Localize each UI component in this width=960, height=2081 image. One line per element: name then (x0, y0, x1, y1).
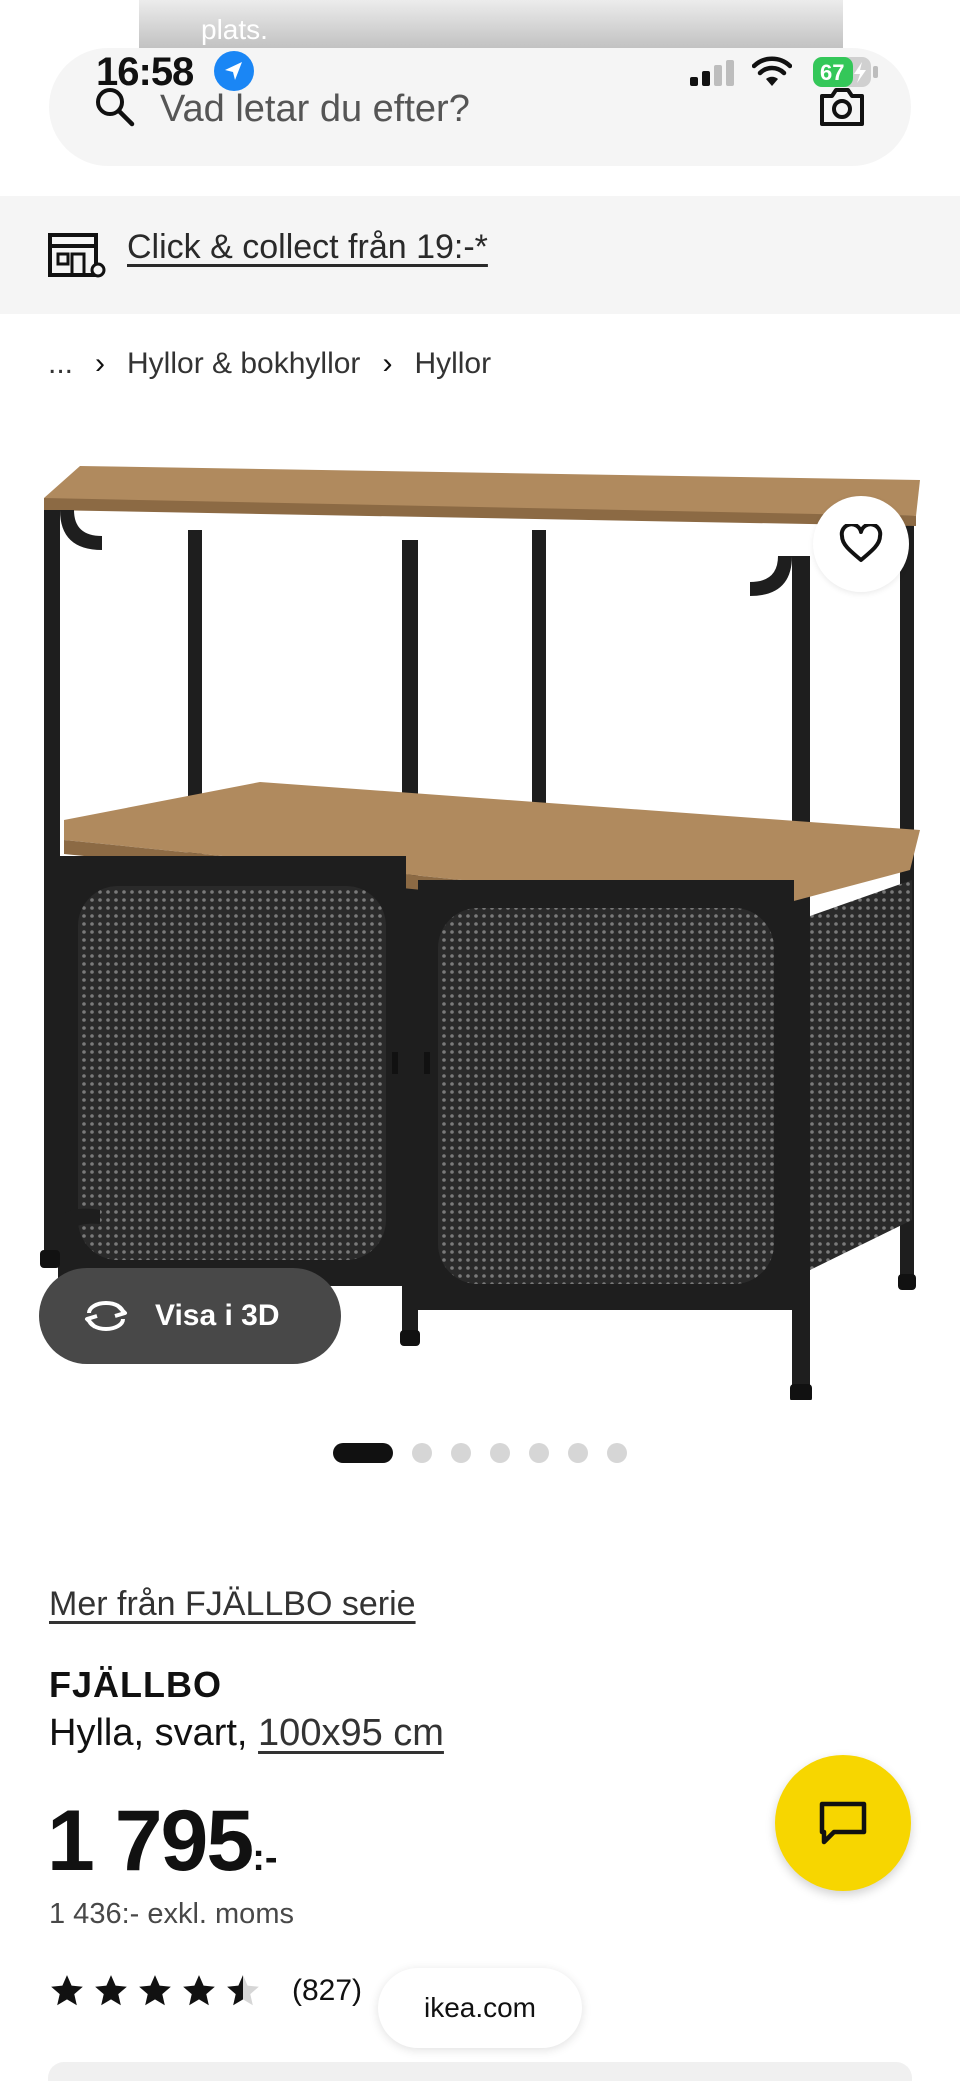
notification-text: plats. (201, 14, 268, 45)
breadcrumb-shelves-bookcases[interactable]: Hyllor & bokhyllor (127, 347, 360, 381)
chat-button[interactable] (775, 1755, 911, 1891)
carousel-dot[interactable] (412, 1443, 432, 1463)
star-icon (51, 1975, 83, 2006)
price-value: 1 795 (47, 1793, 254, 1889)
size-link[interactable]: 100x95 cm (258, 1712, 444, 1754)
series-link[interactable]: Mer från FJÄLLBO serie (49, 1585, 416, 1624)
product-image[interactable] (40, 440, 920, 1400)
carousel-dot[interactable] (490, 1443, 510, 1463)
carousel-dot[interactable] (333, 1443, 393, 1463)
store-icon (48, 233, 106, 278)
cellular-signal-icon (690, 60, 734, 86)
heart-icon (839, 524, 883, 562)
star-icon (183, 1975, 215, 2006)
bottom-panel (48, 2062, 912, 2081)
carousel-dot[interactable] (607, 1443, 627, 1463)
chevron-right-icon: › (95, 347, 106, 380)
carousel-dot[interactable] (529, 1443, 549, 1463)
wishlist-button[interactable] (813, 496, 909, 592)
product-description: Hylla, svart, 100x95 cm (49, 1712, 444, 1755)
carousel-dot[interactable] (568, 1443, 588, 1463)
status-time: 16:58 (96, 50, 194, 94)
review-count[interactable]: (827) (292, 1974, 362, 2008)
wifi-icon (752, 56, 792, 86)
chevron-right-icon: › (382, 347, 393, 380)
location-arrow-icon (214, 51, 254, 91)
rating[interactable]: (827) (48, 1972, 362, 2010)
product-name: FJÄLLBO (49, 1664, 222, 1705)
breadcrumb: ... › Hyllor & bokhyllor › Hyllor (48, 344, 491, 384)
star-half-icon (227, 1975, 259, 2006)
view-in-3d-button[interactable]: Visa i 3D (39, 1268, 341, 1364)
price-suffix: :- (252, 1837, 278, 1879)
star-icon (95, 1975, 127, 2006)
product-price: 1 795:- (47, 1792, 278, 1891)
star-icon (139, 1975, 171, 2006)
image-carousel-dots (333, 1443, 646, 1463)
click-collect-link[interactable]: Click & collect från 19:-* (127, 228, 488, 267)
battery-level: 67 (820, 60, 844, 85)
breadcrumb-ellipsis[interactable]: ... (48, 347, 73, 381)
breadcrumb-shelves[interactable]: Hyllor (414, 347, 491, 381)
chat-bubble-icon (819, 1801, 867, 1845)
price-excl-vat: 1 436:- exkl. moms (49, 1898, 294, 1930)
rotate-3d-icon (85, 1301, 127, 1331)
browser-url-pill[interactable]: ikea.com (378, 1968, 582, 2048)
view-in-3d-label: Visa i 3D (155, 1299, 280, 1332)
camera-icon[interactable] (818, 84, 866, 128)
battery-icon: 67 (812, 56, 880, 88)
product-description-text: Hylla, svart, (49, 1712, 259, 1754)
carousel-dot[interactable] (451, 1443, 471, 1463)
